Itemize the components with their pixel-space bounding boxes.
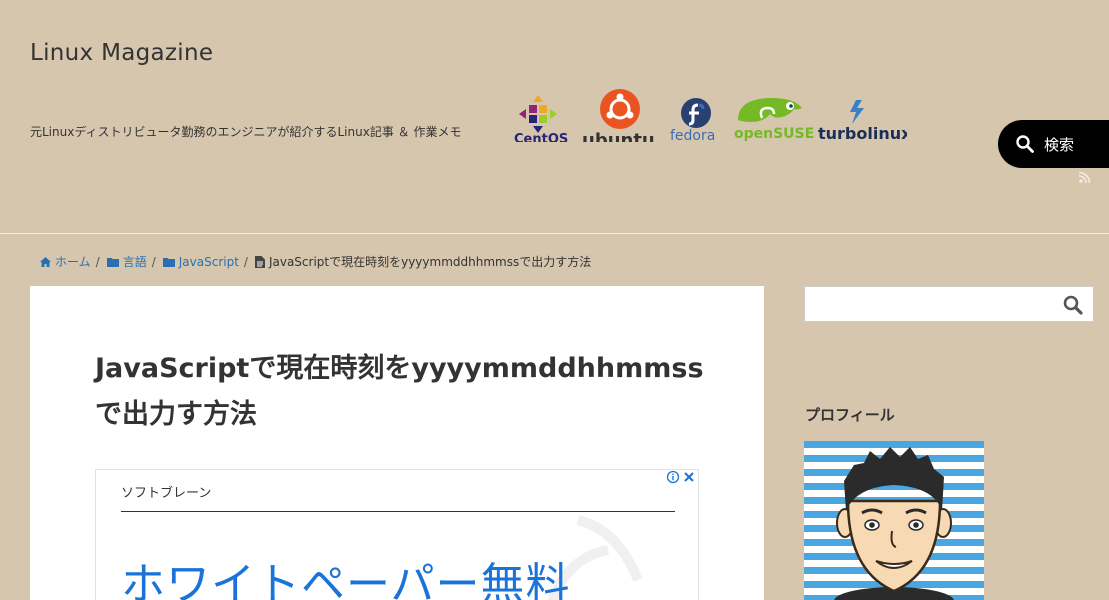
info-icon[interactable] [666, 470, 680, 484]
fedora-label: fedora [670, 128, 716, 142]
rss-icon[interactable] [1078, 172, 1094, 184]
breadcrumb-separator: / [243, 254, 248, 269]
folder-icon [162, 257, 175, 267]
sidebar-search-input[interactable] [805, 287, 1045, 321]
site-description: 元Linuxディストリビュータ勤務のエンジニアが紹介するLinux記事 ＆ 作業… [30, 125, 462, 139]
breadcrumb-subcategory[interactable]: JavaScript [162, 255, 239, 269]
centos-label: CentOS [514, 132, 569, 142]
distro-logos: CentOS ubuntu fedora openSUSE turbolinux [512, 88, 907, 142]
ubuntu-logo: ubuntu [580, 88, 660, 142]
profile-avatar [804, 441, 984, 600]
breadcrumb-separator: / [151, 254, 156, 269]
site-header: Linux Magazine 元Linuxディストリビュータ勤務のエンジニアが紹… [0, 0, 1109, 233]
opensuse-logo: openSUSE [732, 96, 814, 142]
header-search-label: 検索 [1044, 135, 1075, 154]
close-icon[interactable] [682, 470, 696, 484]
article-title: JavaScriptで現在時刻をyyyymmddhhmmssで出力す方法 [95, 353, 704, 430]
ubuntu-label: ubuntu [582, 130, 655, 142]
breadcrumb-home[interactable]: ホーム [40, 253, 91, 270]
ad-headline[interactable]: ホワイトペーパー無料 [121, 548, 571, 600]
home-icon [40, 256, 51, 267]
centos-logo: CentOS [512, 94, 568, 142]
opensuse-label: openSUSE [734, 126, 815, 142]
sidebar-search [804, 286, 1094, 322]
turbolinux-logo: turbolinux [818, 98, 907, 142]
ad-controls [666, 470, 696, 484]
header-divider [0, 233, 1109, 234]
breadcrumb-category[interactable]: 言語 [106, 253, 147, 270]
site-title[interactable]: Linux Magazine [30, 40, 213, 66]
turbolinux-label: turbolinux [818, 124, 907, 142]
profile-heading: プロフィール [805, 406, 895, 424]
header-search-button[interactable]: 検索 [998, 120, 1109, 168]
ad-divider [121, 511, 675, 512]
advertisement[interactable]: ソフトブレーン ホワイトペーパー無料 [95, 469, 699, 600]
breadcrumb: ホーム / 言語 / JavaScript / JavaScriptで現在時刻を… [40, 253, 591, 270]
folder-icon [106, 257, 119, 267]
article-container: JavaScriptで現在時刻をyyyymmddhhmmssで出力す方法 ソフト… [30, 286, 764, 600]
fedora-logo: fedora [668, 98, 724, 142]
breadcrumb-separator: / [95, 254, 100, 269]
ad-advertiser[interactable]: ソフトブレーン [121, 482, 211, 501]
search-icon [1016, 135, 1034, 153]
search-icon[interactable] [1063, 295, 1083, 315]
file-icon [254, 255, 265, 268]
breadcrumb-current: JavaScriptで現在時刻をyyyymmddhhmmssで出力す方法 [254, 253, 591, 270]
